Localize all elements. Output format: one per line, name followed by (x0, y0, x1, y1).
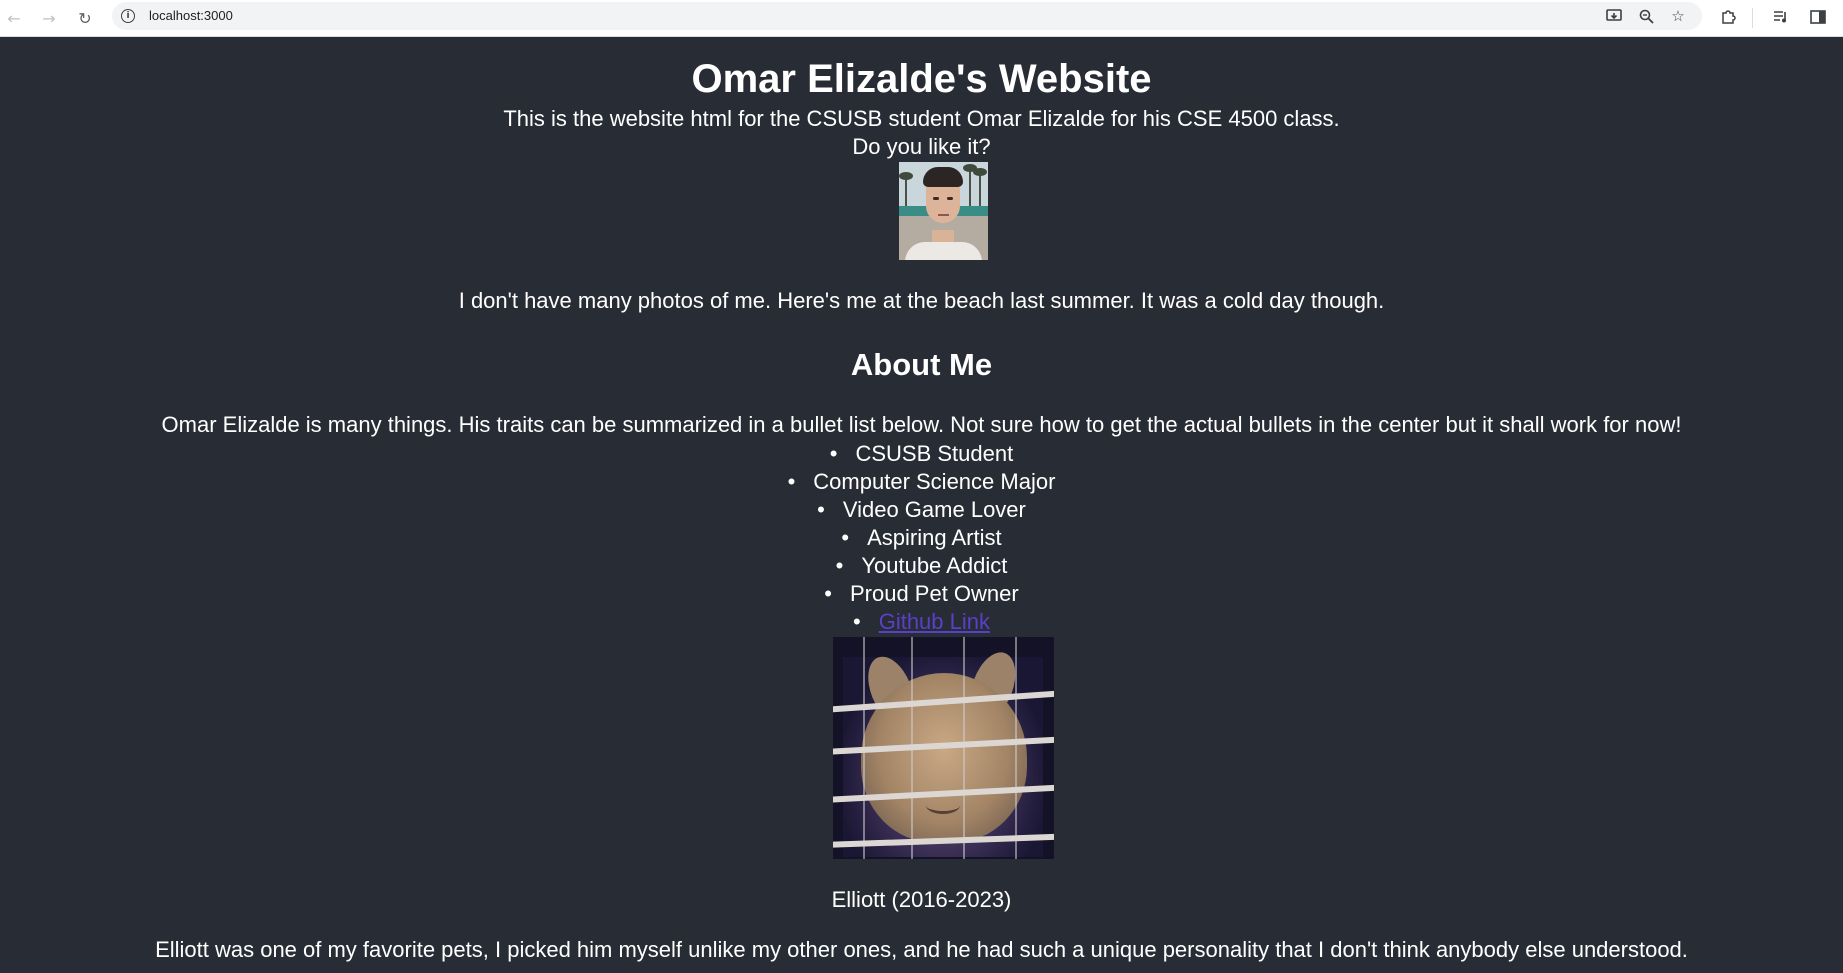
pet-text: Elliott was one of my favorite pets, I p… (155, 937, 1688, 962)
pet-photo (833, 637, 1054, 859)
reload-icon[interactable]: ↻ (71, 4, 99, 32)
list-item: • Video Game Lover (817, 497, 1026, 522)
list-item: • Computer Science Major (787, 469, 1056, 494)
toolbar-divider (1752, 8, 1753, 28)
list-item: • Proud Pet Owner (824, 581, 1019, 606)
zoom-icon[interactable] (1636, 6, 1656, 26)
page-content: Omar Elizalde's Website This is the webs… (0, 37, 1843, 973)
url-text[interactable]: localhost:3000 (149, 8, 233, 23)
about-heading: About Me (850, 347, 993, 382)
list-item: • Aspiring Artist (841, 525, 1002, 550)
puzzle-icon[interactable] (1715, 4, 1741, 30)
info-icon[interactable]: i (121, 9, 135, 23)
intro-question: Do you like it? (852, 134, 991, 159)
address-bar[interactable]: i localhost:3000 ☆ (112, 2, 1702, 30)
star-icon[interactable]: ☆ (1668, 6, 1688, 26)
media-queue-icon[interactable] (1768, 4, 1794, 30)
list-item: • Youtube Addict (835, 553, 1008, 578)
browser-toolbar: ← → ↻ i localhost:3000 ☆ (0, 0, 1843, 37)
side-panel-icon[interactable] (1805, 4, 1831, 30)
cast-icon[interactable] (1604, 6, 1624, 26)
profile-photo (899, 162, 988, 260)
list-item: • Github Link (853, 609, 990, 634)
pet-caption: Elliott (2016-2023) (831, 887, 1012, 912)
back-arrow-icon[interactable]: ← (0, 4, 28, 32)
page-title: Omar Elizalde's Website (691, 57, 1152, 101)
about-text: Omar Elizalde is many things. His traits… (161, 412, 1682, 437)
list-item: • CSUSB Student (829, 441, 1014, 466)
intro-text: This is the website html for the CSUSB s… (503, 106, 1340, 131)
photo-caption: I don't have many photos of me. Here's m… (458, 288, 1385, 313)
traits-list: • CSUSB Student • Computer Science Major •… (0, 440, 1843, 636)
forward-arrow-icon[interactable]: → (35, 4, 63, 32)
github-link[interactable]: Github Link (879, 609, 990, 634)
